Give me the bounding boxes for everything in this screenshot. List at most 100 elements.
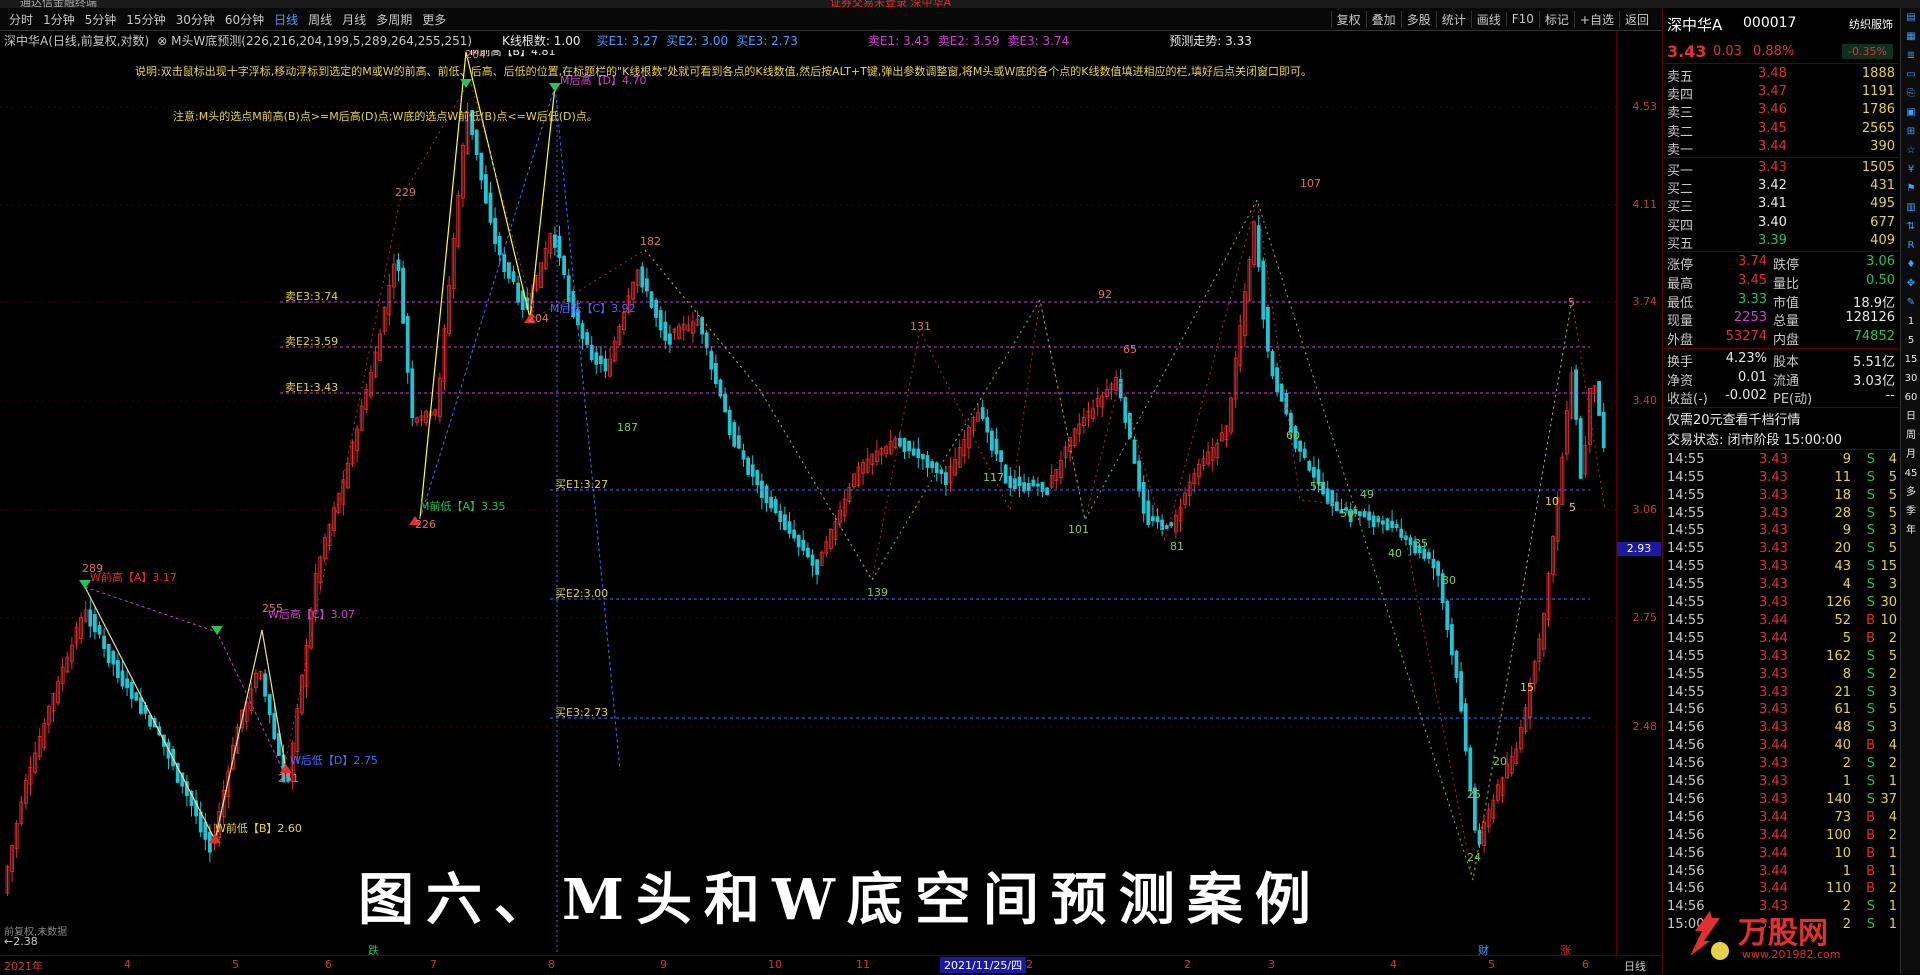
- period-tab-9[interactable]: 多周期: [371, 11, 417, 28]
- date-tick-11: 3: [1268, 958, 1275, 971]
- tick-side: S: [1866, 469, 1875, 485]
- ask-row-1: 卖四 3.47 1191: [1663, 83, 1899, 103]
- stat-value: 5.51亿: [1853, 355, 1895, 370]
- tick-count: 1: [1888, 917, 1897, 933]
- news-icon[interactable]: ▣: [1901, 103, 1920, 122]
- sidebar-period-6[interactable]: 周: [1901, 426, 1920, 445]
- candle-body: [106, 643, 111, 663]
- tick-time: 14:56: [1667, 738, 1705, 754]
- toolbar-button-3[interactable]: 统计: [1435, 10, 1471, 28]
- candle-body: [1362, 511, 1367, 518]
- period-tab-0[interactable]: 分时: [4, 11, 38, 28]
- stat-label: 跌停: [1773, 258, 1800, 273]
- doc-icon[interactable]: ▭: [1901, 65, 1920, 84]
- chart-icon[interactable]: ▤: [1901, 8, 1920, 27]
- candle-body: [649, 291, 654, 308]
- drop-icon[interactable]: ♦: [1901, 255, 1920, 274]
- candle-body: [1160, 519, 1164, 530]
- toolbar-button-5[interactable]: F10: [1505, 12, 1539, 26]
- period-tab-6[interactable]: 日线: [269, 11, 303, 28]
- toolbar-button-1[interactable]: 叠加: [1365, 10, 1401, 28]
- period-tab-3[interactable]: 15分钟: [121, 11, 170, 28]
- zigzag-number-green: 49: [1360, 488, 1374, 501]
- stat-label: 换手: [1667, 355, 1694, 370]
- candle-body: [1385, 518, 1390, 531]
- toolbar-button-8[interactable]: 返回: [1618, 10, 1654, 28]
- sidebar-period-1[interactable]: 5: [1901, 331, 1920, 350]
- sidebar-period-8[interactable]: 45: [1901, 464, 1920, 483]
- sidebar-period-4[interactable]: 60: [1901, 388, 1920, 407]
- candle-body: [562, 255, 566, 276]
- tick-vol: 1: [1842, 774, 1851, 789]
- sidebar-period-7[interactable]: 月: [1901, 445, 1920, 464]
- move-icon[interactable]: ✥: [1901, 274, 1920, 293]
- candle-body: [566, 275, 571, 303]
- candle-body: [1298, 440, 1302, 452]
- bid-label: 买一: [1667, 164, 1694, 179]
- stat-value: 128126: [1845, 310, 1895, 326]
- layout-icon[interactable]: ▥: [1901, 198, 1920, 217]
- candle-body: [902, 438, 907, 453]
- f10-icon[interactable]: ⎘: [1901, 84, 1920, 103]
- tick-count: 5: [1888, 702, 1897, 718]
- sidebar-period-3[interactable]: 30: [1901, 369, 1920, 388]
- candle-body: [1399, 528, 1404, 538]
- candle-body: [999, 450, 1003, 463]
- period-tab-2[interactable]: 5分钟: [80, 11, 122, 28]
- divider: [1663, 406, 1899, 408]
- indicator-label[interactable]: ⊗ M头W底预测(226,216,204,199,5,289,264,255,2…: [157, 32, 472, 49]
- zigzag-number-red: 182: [640, 235, 661, 248]
- tick-time: 14:56: [1667, 845, 1705, 861]
- sidebar-period-11[interactable]: 年: [1901, 521, 1920, 540]
- tick-row: 14:55 3.43 4 S 3: [1663, 576, 1899, 593]
- industry-label[interactable]: 纺织服饰: [1849, 16, 1893, 32]
- period-tab-10[interactable]: 更多: [417, 11, 451, 28]
- compare-icon[interactable]: ⇅: [1901, 217, 1920, 236]
- sidebar-period-10[interactable]: 季: [1901, 502, 1920, 521]
- bid-vol: 409: [1870, 232, 1895, 248]
- toolbar-button-2[interactable]: 多股: [1400, 10, 1436, 28]
- star-icon[interactable]: ☆: [1901, 141, 1920, 160]
- sidebar-period-2[interactable]: 15: [1901, 350, 1920, 369]
- period-tab-4[interactable]: 30分钟: [171, 11, 220, 28]
- stat-row-0: 涨停 3.74 跌停 3.06: [1663, 253, 1899, 273]
- trade-status: 交易状态: 闭市阶段 15:00:00: [1667, 432, 1843, 448]
- tick-side: S: [1866, 648, 1875, 664]
- period-tab-7[interactable]: 周线: [303, 11, 337, 28]
- pen-icon[interactable]: ✎: [1901, 293, 1920, 312]
- ask-row-2: 卖三 3.46 1786: [1663, 101, 1899, 121]
- tick-side: S: [1866, 774, 1875, 789]
- sidebar-period-5[interactable]: 日: [1901, 407, 1920, 426]
- kline-chart[interactable]: 卖E3:3.74 卖E2:3.59 卖E1:3.43 买E1:3.27 买E2:3.00…: [0, 50, 1616, 955]
- tick-row: 14:55 3.43 126 S 30: [1663, 594, 1899, 611]
- peak-marker-2: [460, 79, 472, 88]
- tick-time: 14:56: [1667, 827, 1705, 843]
- bell-icon[interactable]: ⚑: [1901, 179, 1920, 198]
- tick-count: 3: [1888, 720, 1897, 736]
- rsi-icon[interactable]: R: [1901, 236, 1920, 255]
- candle-body: [916, 448, 921, 459]
- toolbar-button-4[interactable]: 画线: [1470, 10, 1506, 28]
- zigzag-number-red: 5: [1568, 296, 1575, 309]
- grid-icon[interactable]: ▦: [1901, 27, 1920, 46]
- promo-link[interactable]: 仅需20元查看千档行情: [1663, 409, 1903, 428]
- period-tab-5[interactable]: 60分钟: [220, 11, 269, 28]
- level-label-sell_e1: 卖E1:3.43: [285, 381, 338, 394]
- period-tab-1[interactable]: 1分钟: [38, 11, 80, 28]
- sidebar-period-9[interactable]: 多: [1901, 483, 1920, 502]
- money-icon[interactable]: ¥: [1901, 160, 1920, 179]
- toolbar-button-6[interactable]: 标记: [1538, 10, 1574, 28]
- tick-time: 14:55: [1667, 505, 1705, 521]
- list-icon[interactable]: ≣: [1901, 46, 1920, 65]
- filter-icon[interactable]: ⊞: [1901, 122, 1920, 141]
- toolbar-button-0[interactable]: 复权: [1330, 10, 1366, 28]
- tick-time: 14:56: [1667, 881, 1705, 897]
- candle-body: [980, 407, 985, 420]
- tick-price: 3.43: [1759, 702, 1788, 718]
- bid-row-3: 买四 3.40 677: [1663, 214, 1899, 234]
- period-tab-8[interactable]: 月线: [337, 11, 371, 28]
- toolbar-button-7[interactable]: +自选: [1573, 10, 1619, 28]
- tick-time: 14:55: [1667, 523, 1705, 539]
- sidebar-period-0[interactable]: 1: [1901, 312, 1920, 331]
- zigzag-number-red: 65: [1123, 343, 1137, 356]
